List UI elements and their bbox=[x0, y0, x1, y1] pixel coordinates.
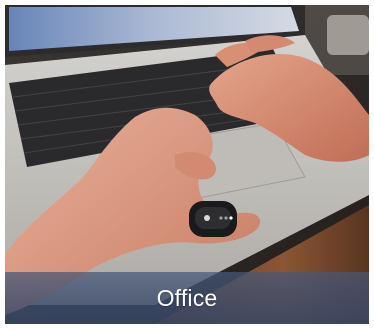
caption-bar: Office bbox=[5, 272, 369, 324]
caption-label: Office bbox=[156, 284, 218, 311]
office-card[interactable]: Office bbox=[5, 5, 369, 324]
ring-device bbox=[189, 201, 237, 237]
